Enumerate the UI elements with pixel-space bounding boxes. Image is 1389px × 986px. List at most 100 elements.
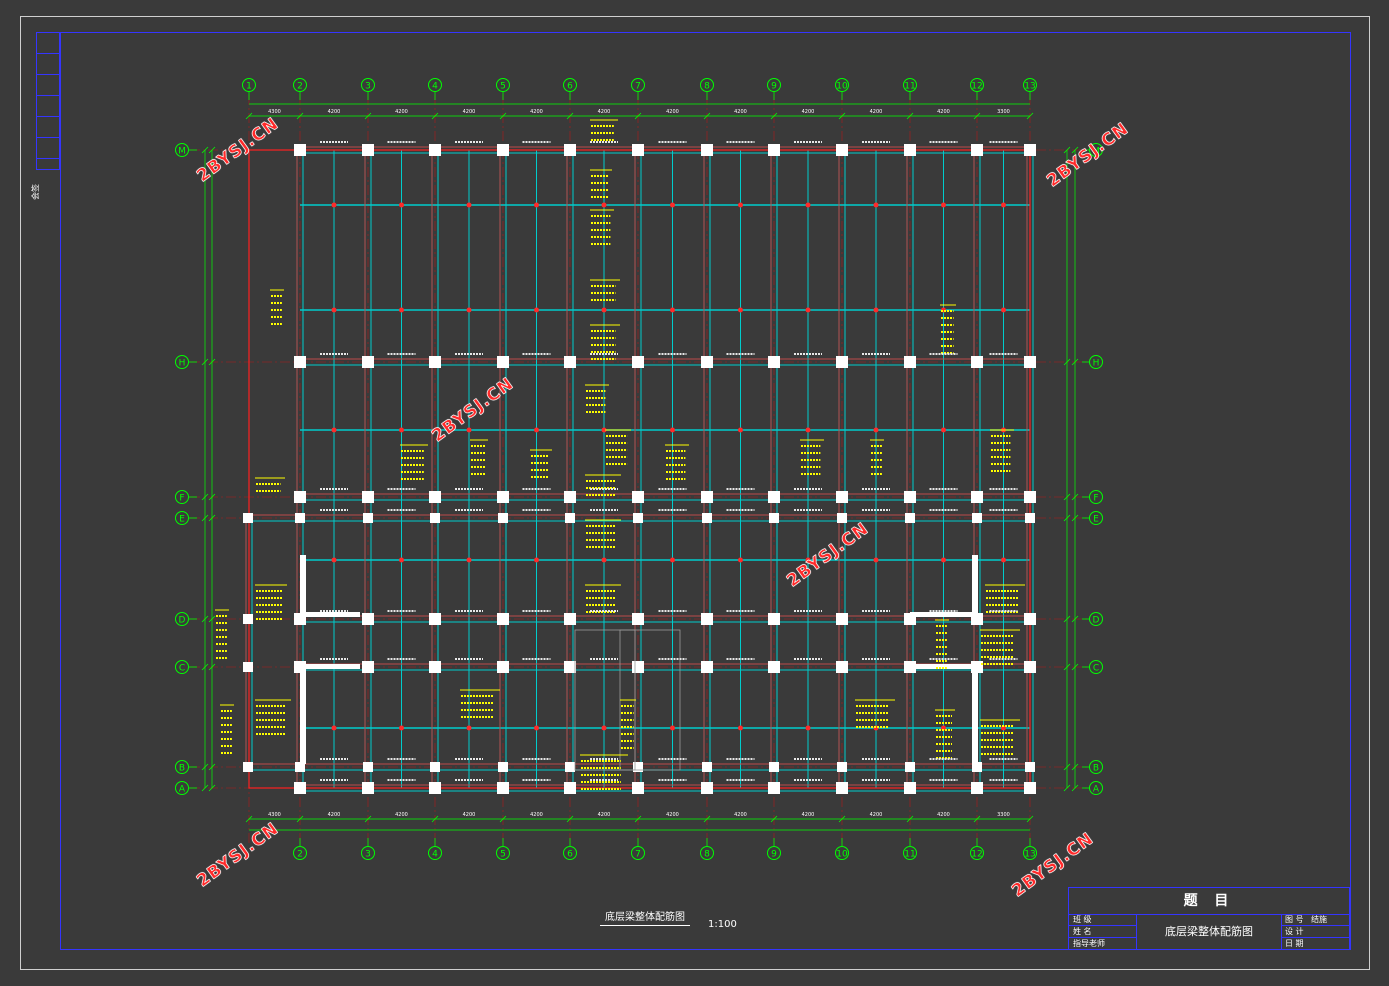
tb-date: 日 期 <box>1285 939 1304 948</box>
column <box>632 356 644 368</box>
column <box>701 613 713 625</box>
axis-bubble-top-label: 3 <box>365 82 371 92</box>
column <box>836 144 848 156</box>
shear-wall <box>300 555 306 617</box>
column <box>363 762 373 772</box>
joint-marker <box>331 307 337 313</box>
drawing-scale: 1:100 <box>708 919 737 930</box>
column <box>294 613 306 625</box>
joint-marker <box>805 725 811 731</box>
column <box>632 782 644 794</box>
joint-marker <box>601 202 607 208</box>
axis-bubble-top-label: 8 <box>704 82 710 92</box>
joint-marker <box>873 202 879 208</box>
column <box>362 356 374 368</box>
column <box>429 613 441 625</box>
joint-marker <box>466 427 472 433</box>
axis-bubble-right-label: A <box>1093 785 1100 795</box>
dimension-value: 4200 <box>666 812 679 818</box>
axis-bubble-bottom-label: 9 <box>771 850 777 860</box>
axis-bubble-bottom-label: 2 <box>297 850 303 860</box>
column <box>904 613 916 625</box>
axis-bubble-right-label: H <box>1093 359 1100 369</box>
axis-bubble-left-label: M <box>178 147 186 157</box>
column <box>564 144 576 156</box>
joint-marker <box>873 427 879 433</box>
joint-marker <box>466 557 472 563</box>
column <box>294 491 306 503</box>
column <box>565 762 575 772</box>
dimension-value: 4200 <box>598 812 611 818</box>
column <box>430 513 440 523</box>
column <box>1025 762 1035 772</box>
joint-marker <box>331 557 337 563</box>
drawing-title: 底层梁整体配筋图 <box>600 908 690 926</box>
rebar-callout <box>665 447 689 487</box>
column <box>295 762 305 772</box>
rebar-callout <box>870 442 884 482</box>
axis-bubble-top-label: 9 <box>771 82 777 92</box>
axis-bubble-bottom-label: 11 <box>904 850 915 860</box>
column <box>904 661 916 673</box>
column <box>837 513 847 523</box>
dimension-value: 4200 <box>395 812 408 818</box>
column <box>429 782 441 794</box>
rebar-callout <box>255 702 291 742</box>
axis-bubble-bottom-label: 3 <box>365 850 371 860</box>
axis-bubble-top-label: 13 <box>1024 82 1035 92</box>
joint-marker <box>331 202 337 208</box>
title-block: 题 目 班 级 姓 名 指导老师 底层梁整体配筋图 图 号结施 设 计 日 期 <box>1068 887 1350 950</box>
column <box>633 762 643 772</box>
axis-bubble-left-label: E <box>179 515 185 525</box>
column <box>971 356 983 368</box>
column <box>702 762 712 772</box>
column <box>362 613 374 625</box>
column <box>294 356 306 368</box>
dimension-value: 3300 <box>997 812 1010 818</box>
tb-class-label: 班 级 <box>1069 914 1137 926</box>
column <box>564 661 576 673</box>
column <box>1024 782 1036 794</box>
column <box>498 513 508 523</box>
column <box>243 662 253 672</box>
column <box>362 144 374 156</box>
rebar-callout <box>400 447 428 487</box>
axis-bubble-top-label: 7 <box>635 82 641 92</box>
column <box>295 513 305 523</box>
column <box>768 661 780 673</box>
column <box>1024 613 1036 625</box>
column <box>243 513 253 523</box>
column <box>632 613 644 625</box>
joint-marker <box>399 427 404 433</box>
dimension-value: 4200 <box>802 812 815 818</box>
column <box>632 661 644 673</box>
column <box>768 144 780 156</box>
joint-marker <box>601 307 607 313</box>
joint-marker <box>399 557 404 563</box>
axis-bubble-top-label: 12 <box>971 82 982 92</box>
column <box>971 613 983 625</box>
column <box>702 513 712 523</box>
joint-marker <box>601 725 607 731</box>
column <box>701 782 713 794</box>
column <box>429 144 441 156</box>
axis-bubble-right-label: B <box>1093 764 1099 774</box>
column <box>362 782 374 794</box>
joint-marker <box>941 427 946 433</box>
joint-marker <box>601 557 607 563</box>
joint-marker <box>670 202 675 208</box>
column <box>564 491 576 503</box>
axis-bubble-right-label: E <box>1093 515 1099 525</box>
joint-marker <box>738 427 743 433</box>
axis-bubble-bottom-label: 4 <box>432 850 438 860</box>
column <box>497 491 509 503</box>
axis-bubble-left-label: F <box>179 494 184 504</box>
joint-marker <box>670 307 675 313</box>
column <box>972 762 982 772</box>
axis-bubble-bottom-label: 6 <box>567 850 573 860</box>
joint-marker <box>534 202 539 208</box>
dimension-value: 4200 <box>870 812 883 818</box>
joint-marker <box>805 202 811 208</box>
joint-marker <box>534 725 539 731</box>
rebar-callout <box>800 442 824 482</box>
